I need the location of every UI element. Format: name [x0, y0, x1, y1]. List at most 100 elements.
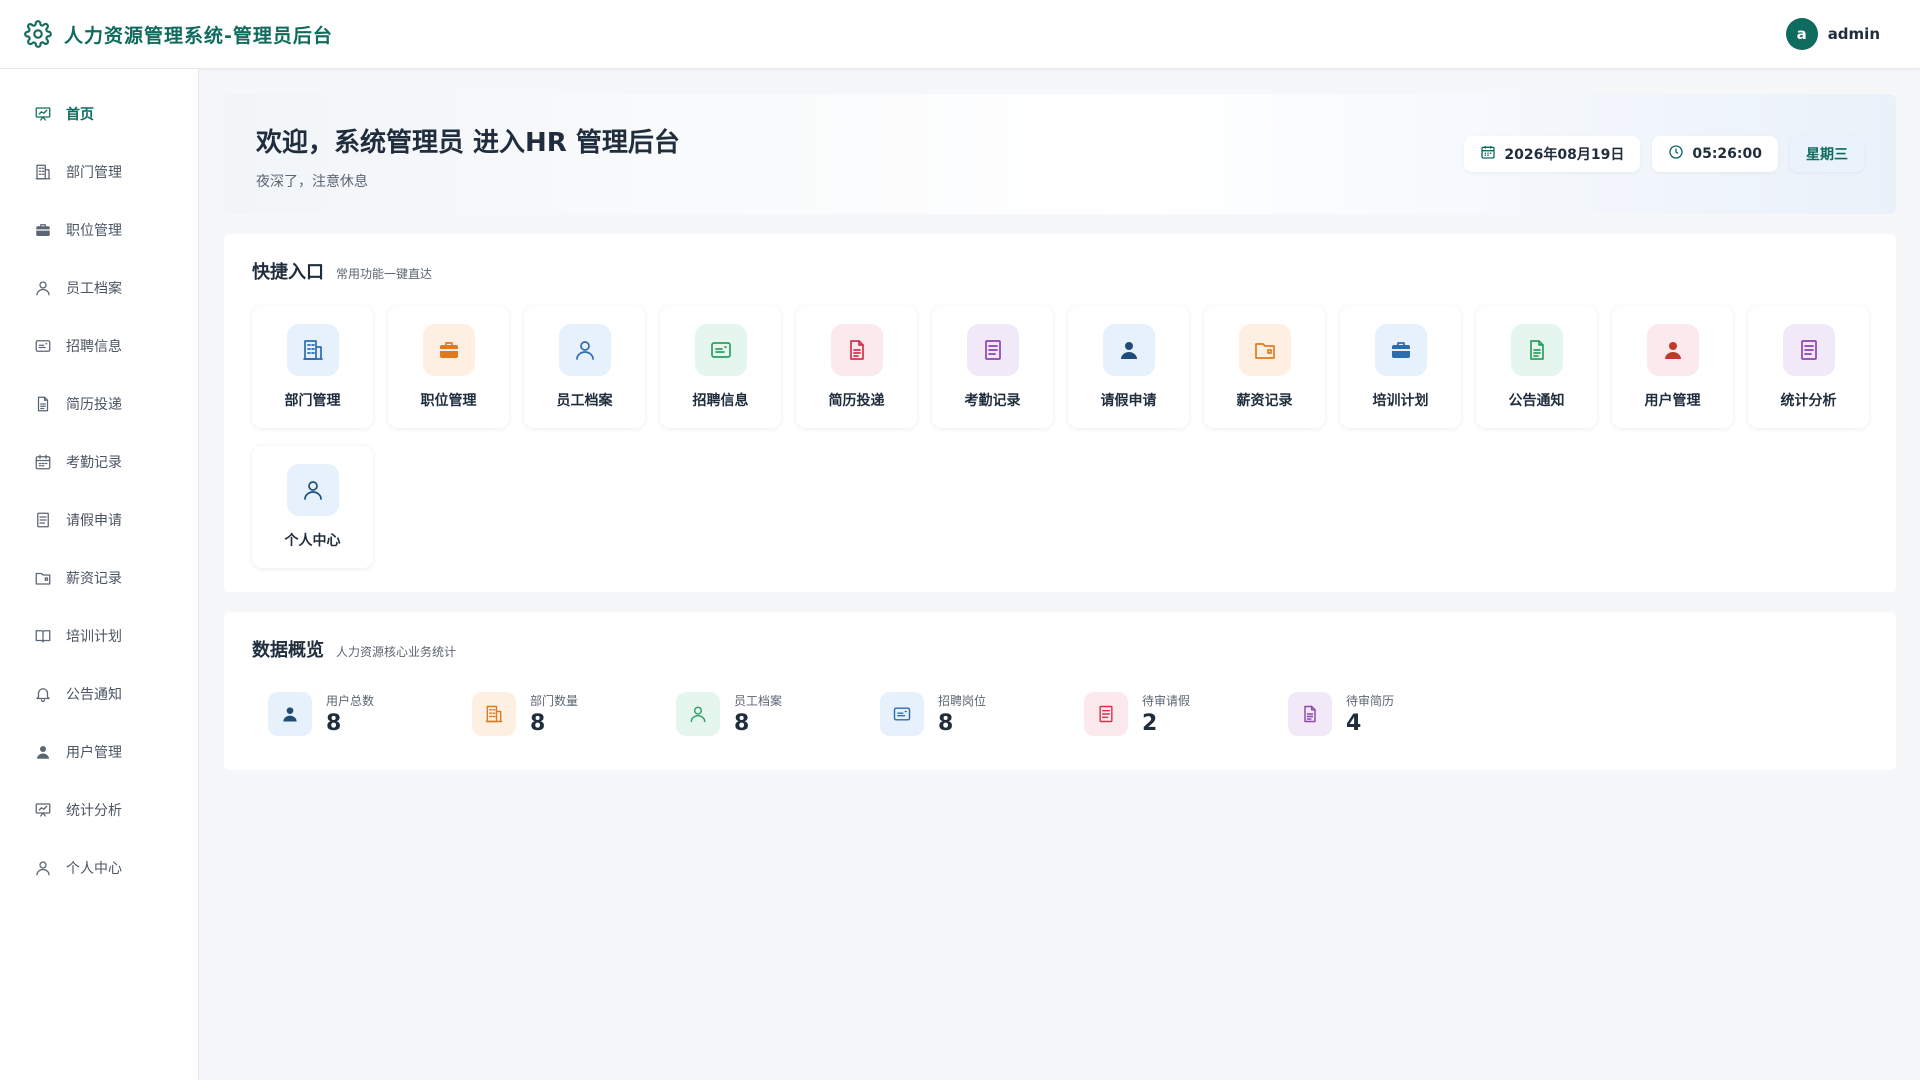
building-icon: [472, 692, 516, 736]
date-time-pills: 2026年08月19日 05:26:00 星期三: [1464, 136, 1864, 172]
sidebar-item-4[interactable]: 招聘信息: [0, 317, 198, 375]
quick-entry[interactable]: 部门管理: [252, 306, 373, 428]
sidebar-item-0[interactable]: 首页: [0, 85, 198, 143]
user-solid-icon: [1646, 324, 1699, 376]
quick-access-title: 快捷入口: [252, 262, 324, 283]
user-icon: [558, 324, 611, 376]
quick-entry-label: 请假申请: [1100, 393, 1157, 409]
sidebar-item-label: 招聘信息: [66, 339, 122, 355]
app-title: 人力资源管理系统-管理员后台: [64, 24, 333, 47]
username[interactable]: admin: [1828, 25, 1880, 43]
quick-entry[interactable]: 职位管理: [388, 306, 509, 428]
sidebar-item-label: 部门管理: [66, 165, 122, 181]
stat-value: 2: [1142, 711, 1158, 736]
quick-entry[interactable]: 员工档案: [524, 306, 645, 428]
brand[interactable]: 人力资源管理系统-管理员后台: [24, 20, 333, 48]
stat-value: 8: [734, 711, 750, 736]
quick-entry[interactable]: 公告通知: [1476, 306, 1597, 428]
quick-access-grid: 部门管理 职位管理 员工档案 招聘信息 简历投递 考勤记录 请假申请 薪资记录 培训计划 公告通知…: [252, 306, 1869, 568]
quick-entry-label: 简历投递: [828, 393, 885, 409]
user-solid-icon: [1102, 324, 1155, 376]
welcome-subtitle: 夜深了，注意休息: [256, 174, 368, 190]
quick-entry-label: 个人中心: [284, 533, 341, 549]
sidebar-item-label: 职位管理: [66, 223, 122, 239]
sidebar-item-1[interactable]: 部门管理: [0, 143, 198, 201]
stat-value: 8: [530, 711, 546, 736]
quick-entry-label: 培训计划: [1372, 393, 1429, 409]
sidebar-item-8[interactable]: 薪资记录: [0, 549, 198, 607]
sidebar-item-label: 公告通知: [66, 687, 122, 703]
building-icon: [34, 163, 52, 181]
quick-access-card: 快捷入口 常用功能一键直达 部门管理 职位管理 员工档案 招聘信息 简历投递 考勤记录 请假…: [224, 234, 1896, 592]
stats-row: 用户总数 8 部门数量 8 员工档案 8 招聘岗位 8 待审请假 2 待审简历 4: [252, 692, 1868, 736]
bell-icon: [34, 685, 52, 703]
id-card-icon: [34, 337, 52, 355]
sidebar-item-label: 首页: [66, 107, 94, 123]
form-icon: [1084, 692, 1128, 736]
dashboard-icon: [34, 105, 52, 123]
folder-icon: [1238, 324, 1291, 376]
stat-label: 待审请假: [1142, 694, 1191, 708]
building-icon: [286, 324, 339, 376]
date-pill: 2026年08月19日: [1464, 136, 1641, 172]
user-icon: [676, 692, 720, 736]
sidebar-item-6[interactable]: 考勤记录: [0, 433, 198, 491]
sidebar-item-10[interactable]: 公告通知: [0, 665, 198, 723]
avatar[interactable]: a: [1785, 18, 1818, 50]
quick-entry-label: 职位管理: [420, 393, 477, 409]
form-icon: [34, 511, 52, 529]
book-icon: [34, 627, 52, 645]
stat-label: 待审简历: [1346, 694, 1395, 708]
quick-entry-label: 用户管理: [1644, 393, 1701, 409]
quick-entry[interactable]: 简历投递: [796, 306, 917, 428]
quick-entry[interactable]: 招聘信息: [660, 306, 781, 428]
user-solid-icon: [268, 692, 312, 736]
main-content: 欢迎，系统管理员 进入HR 管理后台 夜深了，注意休息 2026年08月19日 …: [224, 94, 1896, 770]
top-header: 人力资源管理系统-管理员后台 a admin: [0, 0, 1920, 69]
weekday-text: 星期三: [1806, 147, 1848, 163]
stat-label: 用户总数: [326, 694, 375, 708]
quick-entry[interactable]: 统计分析: [1748, 306, 1869, 428]
time-pill: 05:26:00: [1652, 136, 1778, 172]
stat-item: 部门数量 8: [472, 692, 676, 736]
quick-entry-label: 公告通知: [1508, 393, 1565, 409]
briefcase-solid-icon: [1374, 324, 1427, 376]
quick-access-header: 快捷入口 常用功能一键直达: [252, 258, 1868, 284]
stat-item: 用户总数 8: [268, 692, 472, 736]
sidebar-item-label: 请假申请: [66, 513, 122, 529]
sidebar-item-2[interactable]: 职位管理: [0, 201, 198, 259]
sidebar-item-7[interactable]: 请假申请: [0, 491, 198, 549]
quick-entry[interactable]: 考勤记录: [932, 306, 1053, 428]
calendar-icon: [34, 453, 52, 471]
quick-entry-label: 部门管理: [284, 393, 341, 409]
quick-entry-label: 统计分析: [1780, 393, 1837, 409]
user-menu[interactable]: a admin: [1785, 18, 1880, 50]
quick-access-subtitle: 常用功能一键直达: [336, 267, 433, 281]
quick-entry[interactable]: 个人中心: [252, 446, 373, 568]
user-icon: [34, 279, 52, 297]
sidebar-item-label: 统计分析: [66, 803, 122, 819]
document-icon: [1288, 692, 1332, 736]
sidebar-item-11[interactable]: 用户管理: [0, 723, 198, 781]
document-icon: [830, 324, 883, 376]
quick-entry[interactable]: 薪资记录: [1204, 306, 1325, 428]
document-icon: [1510, 324, 1563, 376]
stat-label: 员工档案: [734, 694, 783, 708]
time-text: 05:26:00: [1692, 146, 1762, 162]
stat-value: 8: [938, 711, 954, 736]
stat-item: 待审请假 2: [1084, 692, 1288, 736]
sidebar-item-3[interactable]: 员工档案: [0, 259, 198, 317]
quick-entry[interactable]: 请假申请: [1068, 306, 1189, 428]
quick-entry[interactable]: 用户管理: [1612, 306, 1733, 428]
briefcase-icon: [34, 221, 52, 239]
quick-entry[interactable]: 培训计划: [1340, 306, 1461, 428]
sidebar-item-12[interactable]: 统计分析: [0, 781, 198, 839]
sidebar-item-5[interactable]: 简历投递: [0, 375, 198, 433]
sidebar-item-13[interactable]: 个人中心: [0, 839, 198, 897]
sidebar-item-label: 个人中心: [66, 861, 122, 877]
chart-icon: [34, 801, 52, 819]
sidebar-item-9[interactable]: 培训计划: [0, 607, 198, 665]
gear-icon: [24, 20, 52, 48]
user-solid-icon: [34, 743, 52, 761]
sidebar-item-label: 考勤记录: [66, 455, 122, 471]
